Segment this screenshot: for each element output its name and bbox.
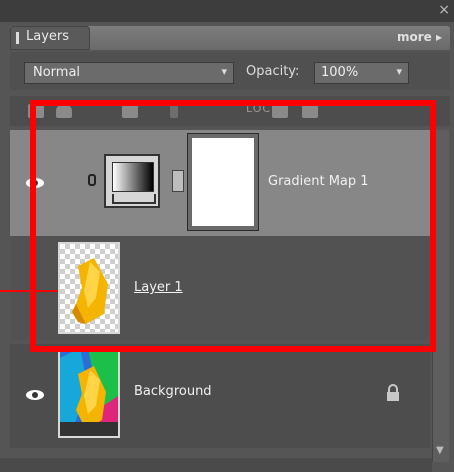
opacity-value: 100% bbox=[321, 65, 359, 80]
layer-row-background[interactable]: Background bbox=[10, 344, 430, 448]
panel-titlebar: × bbox=[0, 0, 454, 22]
tab-grip-icon bbox=[16, 32, 19, 44]
scroll-down-icon[interactable]: ▼ bbox=[436, 445, 444, 456]
opacity-field[interactable]: 100% ▾ bbox=[314, 62, 409, 84]
panel-bottom-bar bbox=[0, 458, 432, 472]
close-icon[interactable]: × bbox=[438, 2, 450, 18]
highlight-pointer-line bbox=[0, 290, 58, 292]
opacity-label: Opacity: bbox=[246, 64, 300, 79]
blend-mode-value: Normal bbox=[33, 65, 81, 80]
eye-icon[interactable] bbox=[24, 388, 46, 402]
layers-panel: × Layers more ▸ Normal ▾ Opacity: 100% ▾… bbox=[0, 0, 454, 472]
panel-tab-row: Layers more ▸ bbox=[10, 26, 450, 50]
blend-mode-select[interactable]: Normal ▾ bbox=[24, 62, 234, 84]
highlight-box bbox=[30, 100, 436, 352]
more-arrow-icon: ▸ bbox=[435, 30, 442, 44]
lock-icon bbox=[384, 384, 402, 402]
chevron-down-icon: ▾ bbox=[221, 65, 227, 78]
chevron-down-icon: ▾ bbox=[396, 65, 402, 78]
shirts-image-icon bbox=[60, 348, 118, 436]
tab-layers[interactable]: Layers bbox=[10, 26, 90, 50]
layers-toolbar: Normal ▾ Opacity: 100% ▾ bbox=[10, 52, 450, 90]
more-menu-button[interactable]: more ▸ bbox=[397, 30, 442, 44]
more-label: more bbox=[396, 30, 432, 44]
layer-thumbnail[interactable] bbox=[58, 346, 120, 438]
layer-name[interactable]: Background bbox=[134, 384, 212, 399]
tab-label: Layers bbox=[26, 29, 70, 44]
